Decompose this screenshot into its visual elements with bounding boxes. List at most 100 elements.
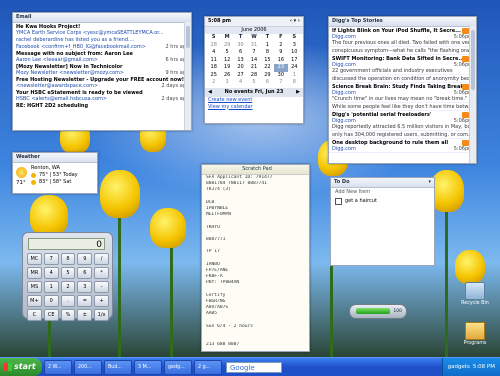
calc-key[interactable]: 4 <box>43 267 59 279</box>
calendar-day[interactable]: 3 <box>220 79 233 87</box>
calendar-menu-icon[interactable]: ‹ ▾ › <box>290 17 300 26</box>
email-item[interactable]: Message with no subject from: Aaron Lee A… <box>13 50 191 63</box>
email-item[interactable]: [Mozy Newsletter] Now in Technicolor Mozy… <box>13 63 191 76</box>
google-search-box[interactable]: Google <box>226 361 282 373</box>
calendar-day[interactable]: 1 <box>261 42 274 50</box>
view-calendar-link[interactable]: View my calendar <box>205 104 303 111</box>
calendar-day[interactable]: 15 <box>261 57 274 65</box>
scroll-thumb[interactable] <box>186 26 190 48</box>
email-item[interactable]: Facebook <confirm+f_HB0_IG@facebookmail.… <box>13 43 191 50</box>
email-item[interactable]: rachel deberardine has listed you as a f… <box>13 36 191 43</box>
calc-key[interactable]: MR <box>27 267 42 279</box>
calendar-day[interactable]: 14 <box>247 57 260 65</box>
taskbar-button[interactable]: gadg... <box>164 359 192 375</box>
taskbar-button[interactable]: 2 W... <box>44 359 72 375</box>
digg-story[interactable]: One desktop background to rule them all D… <box>329 139 476 153</box>
calendar-day[interactable]: 8 <box>288 79 301 87</box>
calendar-day[interactable]: 3 <box>288 42 301 50</box>
calendar-day[interactable]: 2 <box>207 79 220 87</box>
calendar-day[interactable]: 7 <box>274 79 287 87</box>
taskbar-button[interactable]: 3 M... <box>134 359 162 375</box>
email-item[interactable]: He Kwa Hooks Project! YMCA Earth Service … <box>13 23 191 36</box>
programs-icon[interactable]: Programs <box>458 322 492 346</box>
calc-key[interactable]: M+ <box>27 295 42 307</box>
taskbar-button[interactable]: 2 g... <box>194 359 222 375</box>
calendar-day[interactable]: 19 <box>220 64 233 72</box>
calc-key[interactable]: 3 <box>77 281 93 293</box>
calendar-day[interactable]: 9 <box>274 49 287 57</box>
create-event-link[interactable]: Create new event <box>205 97 303 104</box>
calendar-day[interactable]: 24 <box>288 64 301 72</box>
scratch-pad-text[interactable]: SFA Applicant ID: 791477 8881784 TN8117 8… <box>202 175 309 348</box>
taskbar-button[interactable]: 200... <box>74 359 102 375</box>
todo-menu-icon[interactable]: ▾ <box>428 178 431 187</box>
calc-key[interactable]: MC <box>27 253 42 265</box>
calendar-day[interactable]: 6 <box>261 79 274 87</box>
calendar-day[interactable]: 6 <box>234 49 247 57</box>
digg-story[interactable]: Digg's 'potential serial freeloaders' Dig… <box>329 111 476 131</box>
rss-icon[interactable] <box>462 56 469 62</box>
calendar-day[interactable]: 27 <box>234 72 247 80</box>
taskbar-button[interactable]: Bud... <box>104 359 132 375</box>
calendar-day[interactable]: 29 <box>261 72 274 80</box>
calendar-day[interactable]: 22 <box>261 64 274 72</box>
next-day-icon[interactable]: ▶ <box>296 88 300 97</box>
calendar-day[interactable]: 12 <box>220 57 233 65</box>
calc-key[interactable]: . <box>60 295 76 307</box>
recycle-bin-icon[interactable]: Recycle Bin <box>458 282 492 306</box>
calendar-day[interactable]: 7 <box>247 49 260 57</box>
calendar-day[interactable]: 18 <box>207 64 220 72</box>
calc-key[interactable]: 2 <box>60 281 76 293</box>
calendar-day[interactable]: 21 <box>247 64 260 72</box>
calendar-day[interactable]: 20 <box>234 64 247 72</box>
calc-key[interactable]: = <box>77 295 93 307</box>
calendar-day[interactable]: 2 <box>274 42 287 50</box>
calendar-day[interactable]: 5 <box>220 49 233 57</box>
calc-key[interactable]: 9 <box>77 253 93 265</box>
digg-story[interactable]: conspicuous symptom—what he calls "the f… <box>329 47 476 55</box>
rss-icon[interactable] <box>462 28 469 34</box>
calendar-day[interactable]: 28 <box>247 72 260 80</box>
calc-key[interactable]: CE <box>43 309 59 321</box>
calendar-day[interactable]: 5 <box>247 79 260 87</box>
calendar-day[interactable]: 11 <box>207 57 220 65</box>
calc-key[interactable]: - <box>94 281 109 293</box>
calc-key[interactable]: 0 <box>43 295 59 307</box>
digg-story[interactable]: If Lights Blink on Your iPod Shuffle, It… <box>329 27 476 47</box>
scroll-thumb[interactable] <box>471 30 475 90</box>
calendar-day[interactable]: 30 <box>274 72 287 80</box>
calendar-day[interactable]: 29 <box>220 42 233 50</box>
tray-gadgets-label[interactable]: gadgets <box>448 358 470 376</box>
calendar-day[interactable]: 30 <box>234 42 247 50</box>
calendar-day[interactable]: 28 <box>207 42 220 50</box>
digg-story[interactable]: only has 304,000 registered users, submi… <box>329 131 476 139</box>
calc-key[interactable]: / <box>94 253 109 265</box>
rss-icon[interactable] <box>462 140 469 146</box>
calc-key[interactable]: 1 <box>43 281 59 293</box>
email-item[interactable]: Free Hosting Newsletter - Upgrade your F… <box>13 76 191 89</box>
calc-key[interactable]: 1/x <box>94 309 109 321</box>
calendar-day[interactable]: 23 <box>274 64 288 72</box>
calc-key[interactable]: + <box>94 295 109 307</box>
calendar-day[interactable]: 25 <box>207 72 220 80</box>
calendar-day[interactable]: 4 <box>234 79 247 87</box>
calc-key[interactable]: MS <box>27 281 42 293</box>
calendar-day[interactable]: 4 <box>207 49 220 57</box>
digg-story[interactable]: While some people feel like they don't h… <box>329 103 476 111</box>
calendar-day[interactable]: 26 <box>220 72 233 80</box>
email-scrollbar[interactable] <box>184 22 191 130</box>
todo-checkbox[interactable] <box>335 198 342 205</box>
digg-story[interactable]: SWIFT Monitoring: Bank Data Sifted in Se… <box>329 55 476 75</box>
calendar-day[interactable]: 1 <box>288 72 301 80</box>
calc-key[interactable]: ± <box>77 309 93 321</box>
digg-scrollbar[interactable] <box>469 26 476 163</box>
calc-key[interactable]: * <box>94 267 109 279</box>
add-new-item[interactable]: Add New Item <box>331 188 434 197</box>
todo-item[interactable]: get a haircut <box>331 197 434 206</box>
calc-key[interactable]: 5 <box>60 267 76 279</box>
calc-key[interactable]: 6 <box>77 267 93 279</box>
prev-day-icon[interactable]: ◀ <box>208 88 212 97</box>
calc-key[interactable]: C <box>27 309 42 321</box>
calc-key[interactable]: % <box>60 309 76 321</box>
start-button[interactable]: start <box>0 358 42 376</box>
